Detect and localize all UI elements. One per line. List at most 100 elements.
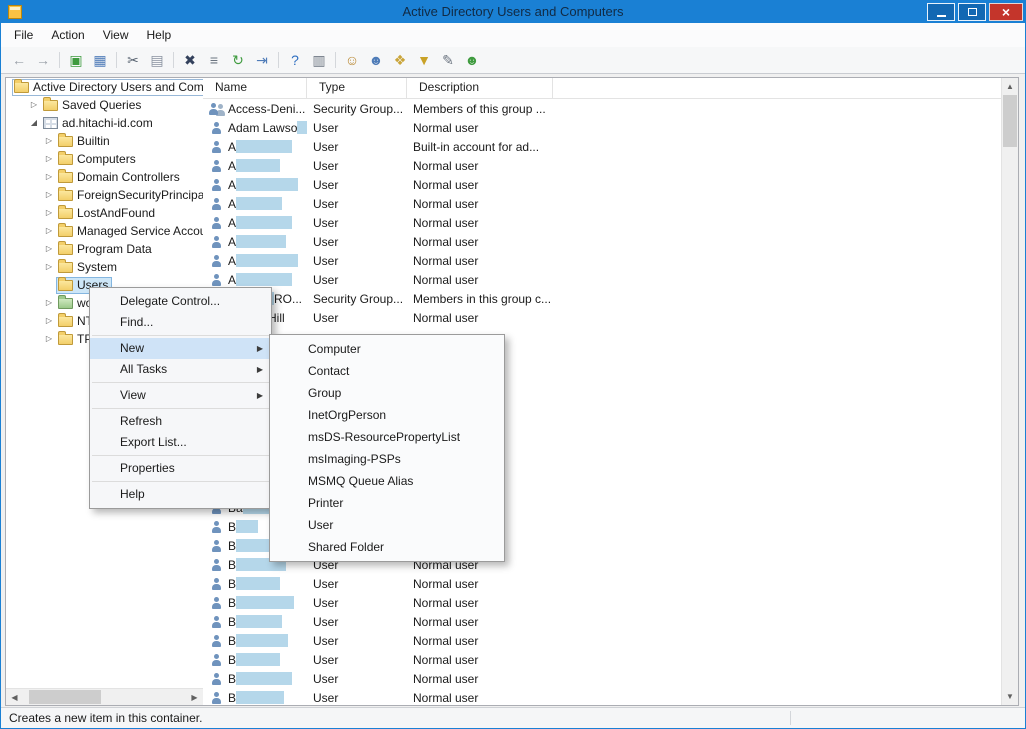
tree-collapsed-arrow-icon[interactable]: ▷ [42,330,56,348]
tree-item-label[interactable]: Saved Queries [41,97,145,114]
list-row[interactable]: BUserNormal user [203,631,1018,650]
edit-icon[interactable]: ✎ [436,48,460,72]
set-filter-icon[interactable]: ▼ [412,48,436,72]
forward-icon[interactable]: → [31,48,55,72]
tree-item-active-directory-users-and-com[interactable]: Active Directory Users and Com [6,78,203,96]
list-row[interactable]: RO...Security Group...Members in this gr… [203,289,1018,308]
tree-collapsed-arrow-icon[interactable]: ▷ [42,312,56,330]
list-row[interactable]: AUserNormal user [203,156,1018,175]
context-menu-item-view[interactable]: View▶ [90,385,271,406]
context-menu-item-properties[interactable]: Properties [90,458,271,479]
scroll-up-icon[interactable]: ▲ [1002,78,1018,95]
tree-collapsed-arrow-icon[interactable]: ▷ [42,294,56,312]
tree-collapsed-arrow-icon[interactable]: ▷ [42,132,56,150]
new-submenu-item-msimaging-psps[interactable]: msImaging-PSPs [270,448,504,470]
list-row[interactable]: BUserNormal user [203,688,1018,706]
new-submenu-item-group[interactable]: Group [270,382,504,404]
column-header-description[interactable]: Description [407,78,553,98]
titlebar[interactable]: Active Directory Users and Computers × [1,1,1025,23]
new-submenu-item-printer[interactable]: Printer [270,492,504,514]
tree-item-label[interactable]: ad.hitachi-id.com [41,115,157,132]
create-user-icon[interactable]: ☺ [340,48,364,72]
help-icon[interactable]: ? [283,48,307,72]
new-submenu-item-msds-resourcepropertylist[interactable]: msDS-ResourcePropertyList [270,426,504,448]
context-menu-item-export-list[interactable]: Export List... [90,432,271,453]
list-row[interactable]: AUserNormal user [203,175,1018,194]
list-row[interactable]: Adam LawsoUserNormal user [203,118,1018,137]
create-group-icon[interactable]: ☻ [364,48,388,72]
tree-item-lostandfound[interactable]: ▷LostAndFound [6,204,203,222]
list-row[interactable]: AUserNormal user [203,194,1018,213]
tree-collapsed-arrow-icon[interactable]: ▷ [27,96,41,114]
context-menu-item-find[interactable]: Find... [90,312,271,333]
tree-item-label[interactable]: Computers [56,151,140,168]
view-list-icon[interactable]: ▥ [307,48,331,72]
list-row[interactable]: AUserNormal user [203,251,1018,270]
tree-item-label[interactable]: Domain Controllers [56,169,184,186]
tree-item-foreignsecurityprincipal[interactable]: ▷ForeignSecurityPrincipal: [6,186,203,204]
new-submenu-item-user[interactable]: User [270,514,504,536]
list-row[interactable]: HillUserNormal user [203,308,1018,327]
scroll-right-icon[interactable]: ▶ [186,689,203,705]
context-menu-item-all-tasks[interactable]: All Tasks▶ [90,359,271,380]
tree-item-label[interactable]: Builtin [56,133,114,150]
tree-collapsed-arrow-icon[interactable]: ▷ [42,150,56,168]
maximize-button[interactable] [958,3,986,21]
tree-item-system[interactable]: ▷System [6,258,203,276]
cut-icon[interactable]: ✂ [121,48,145,72]
tree-collapsed-arrow-icon[interactable]: ▷ [42,186,56,204]
menu-action[interactable]: Action [42,23,93,47]
list-row[interactable]: AUserNormal user [203,232,1018,251]
tree-item-label[interactable]: Active Directory Users and Com [12,79,204,96]
tree-collapsed-arrow-icon[interactable]: ▷ [42,168,56,186]
scroll-thumb[interactable] [1003,95,1017,147]
list-row[interactable]: Access-Deni...Security Group...Members o… [203,99,1018,118]
tree-collapsed-arrow-icon[interactable]: ▷ [42,240,56,258]
tree-item-managed-service-accour[interactable]: ▷Managed Service Accour [6,222,203,240]
list-row[interactable]: AUserBuilt-in account for ad... [203,137,1018,156]
close-button[interactable]: × [989,3,1023,21]
scroll-track[interactable] [1002,95,1018,688]
tree-expanded-arrow-icon[interactable]: ◢ [27,114,41,132]
list-row[interactable]: BUserNormal user [203,669,1018,688]
list-row[interactable]: BUserNormal user [203,612,1018,631]
tree-collapsed-arrow-icon[interactable]: ▷ [42,258,56,276]
tree-item-label[interactable]: Program Data [56,241,156,258]
delegate-control-icon[interactable]: ☻ [460,48,484,72]
back-icon[interactable]: ← [7,48,31,72]
list-row[interactable]: AUserNormal user [203,213,1018,232]
scroll-thumb[interactable] [29,690,101,704]
scroll-left-icon[interactable]: ◀ [6,689,23,705]
new-submenu-item-shared-folder[interactable]: Shared Folder [270,536,504,558]
menu-view[interactable]: View [94,23,138,47]
column-header-type[interactable]: Type [307,78,407,98]
menu-help[interactable]: Help [138,23,181,47]
list-row[interactable]: BUserNormal user [203,574,1018,593]
tree-collapsed-arrow-icon[interactable]: ▷ [42,222,56,240]
property-list-icon[interactable]: ≡ [202,48,226,72]
scroll-down-icon[interactable]: ▼ [1002,688,1018,705]
new-submenu-item-msmq-queue-alias[interactable]: MSMQ Queue Alias [270,470,504,492]
list-vertical-scrollbar[interactable]: ▲ ▼ [1001,78,1018,705]
tree-item-label[interactable]: Managed Service Accour [56,223,204,240]
context-menu-item-delegate-control[interactable]: Delegate Control... [90,291,271,312]
context-menu-item-new[interactable]: New▶ [90,338,271,359]
new-submenu-item-inetorgperson[interactable]: InetOrgPerson [270,404,504,426]
tree-horizontal-scrollbar[interactable]: ◀ ▶ [6,688,203,705]
context-menu-item-refresh[interactable]: Refresh [90,411,271,432]
console-window-icon[interactable]: ▦ [88,48,112,72]
tree-collapsed-arrow-icon[interactable]: ▷ [42,204,56,222]
new-submenu-item-contact[interactable]: Contact [270,360,504,382]
tree-item-label[interactable]: System [56,259,121,276]
delete-icon[interactable]: ✖ [178,48,202,72]
list-row[interactable]: BUserNormal user [203,593,1018,612]
list-row[interactable]: AUserNormal user [203,270,1018,289]
menu-file[interactable]: File [5,23,42,47]
refresh-icon[interactable]: ↻ [226,48,250,72]
tree-item-label[interactable]: ForeignSecurityPrincipal: [56,187,204,204]
create-ou-icon[interactable]: ❖ [388,48,412,72]
tree-item-domain-controllers[interactable]: ▷Domain Controllers [6,168,203,186]
show-console-tree-icon[interactable]: ▣ [64,48,88,72]
tree-item-computers[interactable]: ▷Computers [6,150,203,168]
tree-item-builtin[interactable]: ▷Builtin [6,132,203,150]
